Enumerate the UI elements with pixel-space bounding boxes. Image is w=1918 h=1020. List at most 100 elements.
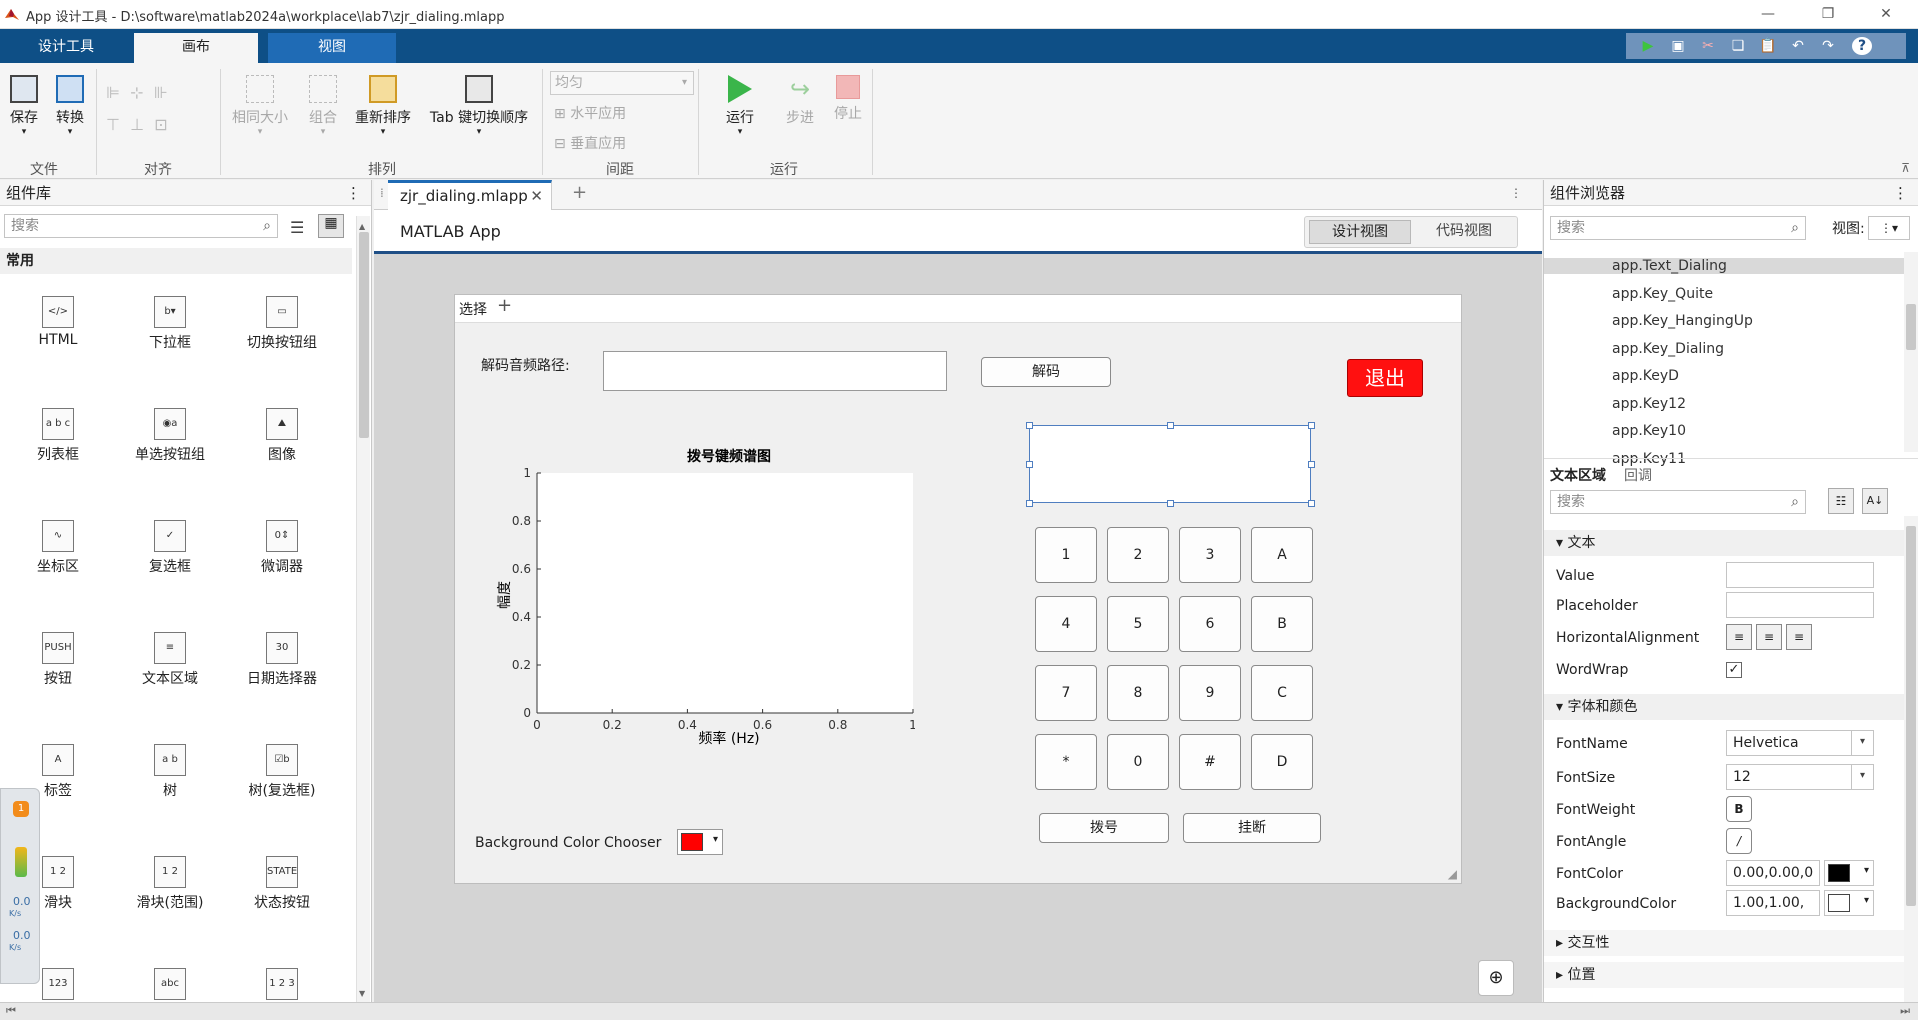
dial-button[interactable]: 拨号 <box>1039 813 1169 843</box>
network-monitor-widget[interactable]: 1 0.0 K/s 0.0 K/s <box>0 788 40 984</box>
component-item[interactable]: 0⇕ 微调器 <box>232 520 332 576</box>
align-right-icon[interactable]: ≡ <box>1786 624 1812 650</box>
copy-icon[interactable]: ❏ <box>1728 37 1748 55</box>
menu-select[interactable]: 选择 <box>459 299 487 319</box>
key-button[interactable]: 0 <box>1107 734 1169 790</box>
minimize-icon[interactable]: — <box>1748 3 1788 25</box>
horizontal-apply-button[interactable]: ⊞ 水平应用 <box>554 103 626 123</box>
list-view-icon[interactable]: ☰ <box>290 218 304 237</box>
component-item[interactable]: ≡ 文本区域 <box>120 632 220 688</box>
key-button[interactable]: 1 <box>1035 527 1097 583</box>
hangup-button[interactable]: 挂断 <box>1183 813 1321 843</box>
run-button[interactable]: 运行 ▾ <box>718 75 762 137</box>
undo-icon[interactable]: ↶ <box>1788 37 1808 55</box>
component-item[interactable]: ⛰ 图像 <box>232 408 332 464</box>
component-item[interactable]: ✓ 复选框 <box>120 520 220 576</box>
component-item[interactable]: b▾ 下拉框 <box>120 296 220 352</box>
prop-tab-callback[interactable]: 回调 <box>1624 465 1652 485</box>
key-button[interactable]: 4 <box>1035 596 1097 652</box>
align-left-icon[interactable]: ≡ <box>1726 624 1752 650</box>
panel-menu-icon[interactable]: ⋮ <box>1893 180 1908 206</box>
tree-item[interactable]: app.Key10 <box>1612 423 1686 439</box>
status-right-icon[interactable]: ⏭ <box>1900 1004 1910 1018</box>
tree-item[interactable]: app.KeyD <box>1612 368 1679 384</box>
key-button[interactable]: 9 <box>1179 665 1241 721</box>
component-search-input[interactable]: 搜索 ⌕ <box>4 214 278 238</box>
component-item[interactable]: a b 树 <box>120 744 220 800</box>
fontcolor-picker[interactable]: ▾ <box>1824 860 1874 886</box>
bgcolor-input[interactable]: 1.00,1.00, <box>1726 890 1820 916</box>
component-item[interactable]: ☑b 树(复选框) <box>232 744 332 800</box>
component-item[interactable]: 1 2 3 <box>232 968 332 1004</box>
section-font-color[interactable]: ▾ 字体和颜色 <box>1544 694 1904 720</box>
component-item[interactable]: abc <box>120 968 220 1004</box>
resize-handle[interactable] <box>1026 422 1033 429</box>
dial-display-textarea[interactable] <box>1029 425 1311 503</box>
component-item[interactable]: ◉a 单选按钮组 <box>120 408 220 464</box>
document-tab[interactable]: zjr_dialing.mlapp ✕ <box>388 180 552 211</box>
resize-handle[interactable] <box>1167 500 1174 507</box>
bgcolor-picker[interactable]: ▾ <box>1824 890 1874 916</box>
placeholder-input[interactable] <box>1726 592 1874 618</box>
resize-handle[interactable] <box>1308 500 1315 507</box>
zoom-in-icon[interactable]: ⊕ <box>1478 960 1514 996</box>
document-menu-icon[interactable]: ⋮ <box>1510 186 1522 200</box>
tab-view[interactable]: 视图 <box>268 33 396 63</box>
tree-scrollbar[interactable] <box>1904 252 1918 452</box>
close-tab-icon[interactable]: ✕ <box>530 183 543 209</box>
component-item[interactable]: PUSH 按钮 <box>8 632 108 688</box>
key-button[interactable]: 6 <box>1179 596 1241 652</box>
key-button[interactable]: # <box>1179 734 1241 790</box>
component-item[interactable]: </> HTML <box>8 296 108 348</box>
bold-toggle[interactable]: B <box>1726 796 1752 822</box>
tab-design-tools[interactable]: 设计工具 <box>4 33 128 63</box>
code-view-button[interactable]: 代码视图 <box>1413 220 1515 244</box>
resize-handle[interactable] <box>1026 461 1033 468</box>
tab-canvas[interactable]: 画布 <box>134 33 258 63</box>
step-button[interactable]: ↪ 步进 <box>778 75 822 127</box>
component-scrollbar[interactable]: ▲ ▼ <box>356 216 370 1002</box>
close-icon[interactable]: ✕ <box>1866 3 1906 25</box>
key-button[interactable]: D <box>1251 734 1313 790</box>
key-button[interactable]: C <box>1251 665 1313 721</box>
value-input[interactable] <box>1726 562 1874 588</box>
component-item[interactable]: 30 日期选择器 <box>232 632 332 688</box>
key-button[interactable]: 7 <box>1035 665 1097 721</box>
combine-button[interactable]: 组合 ▾ <box>300 75 346 137</box>
same-size-button[interactable]: 相同大小 ▾ <box>228 75 292 137</box>
key-button[interactable]: 5 <box>1107 596 1169 652</box>
key-button[interactable]: 2 <box>1107 527 1169 583</box>
resize-handle[interactable] <box>1308 422 1315 429</box>
component-item[interactable]: ▭ 切换按钮组 <box>232 296 332 352</box>
key-button[interactable]: A <box>1251 527 1313 583</box>
tree-item[interactable]: app.Key_Dialing <box>1612 341 1724 357</box>
exit-button[interactable]: 退出 <box>1347 359 1423 397</box>
add-tab-icon[interactable]: + <box>572 182 587 203</box>
section-position[interactable]: ▸ 位置 <box>1544 962 1904 988</box>
section-interactivity[interactable]: ▸ 交互性 <box>1544 930 1904 956</box>
status-left-icon[interactable]: ⏮ <box>6 1004 16 1018</box>
tree-item[interactable]: app.Key12 <box>1612 396 1686 412</box>
bg-color-chooser[interactable]: ▾ <box>677 829 723 855</box>
sort-az-icon[interactable]: A↓ <box>1862 488 1888 514</box>
key-button[interactable]: 8 <box>1107 665 1169 721</box>
help-icon[interactable]: ? <box>1852 37 1872 55</box>
property-scrollbar[interactable] <box>1904 516 1918 1002</box>
tree-item[interactable]: app.Key_HangingUp <box>1612 313 1753 329</box>
key-button[interactable]: * <box>1035 734 1097 790</box>
tree-item[interactable]: app.Key_Quite <box>1612 286 1713 302</box>
decode-button[interactable]: 解码 <box>981 357 1111 387</box>
run-icon[interactable]: ▶ <box>1638 37 1658 55</box>
reorder-button[interactable]: 重新排序 ▾ <box>350 75 416 137</box>
tab-order-button[interactable]: Tab 键切换顺序 ▾ <box>424 75 534 137</box>
component-item[interactable]: a b c 列表框 <box>8 408 108 464</box>
prop-tab-text-area[interactable]: 文本区域 <box>1550 465 1606 485</box>
vertical-apply-button[interactable]: ⊟ 垂直应用 <box>554 133 626 153</box>
component-item[interactable]: ∿ 坐标区 <box>8 520 108 576</box>
cut-icon[interactable]: ✂ <box>1698 37 1718 55</box>
add-menu-icon[interactable]: + <box>497 295 512 316</box>
resize-handle[interactable] <box>1308 461 1315 468</box>
spectrum-chart[interactable]: 拨号键频谱图 0 0.2 0.4 0.6 0.8 1 0 0.2 0.4 0.6 0.8 1 频率 (… <box>495 445 915 745</box>
browser-search-input[interactable]: 搜索 ⌕ <box>1550 216 1806 240</box>
collapse-ribbon-icon[interactable]: ⊼ <box>1901 161 1910 175</box>
